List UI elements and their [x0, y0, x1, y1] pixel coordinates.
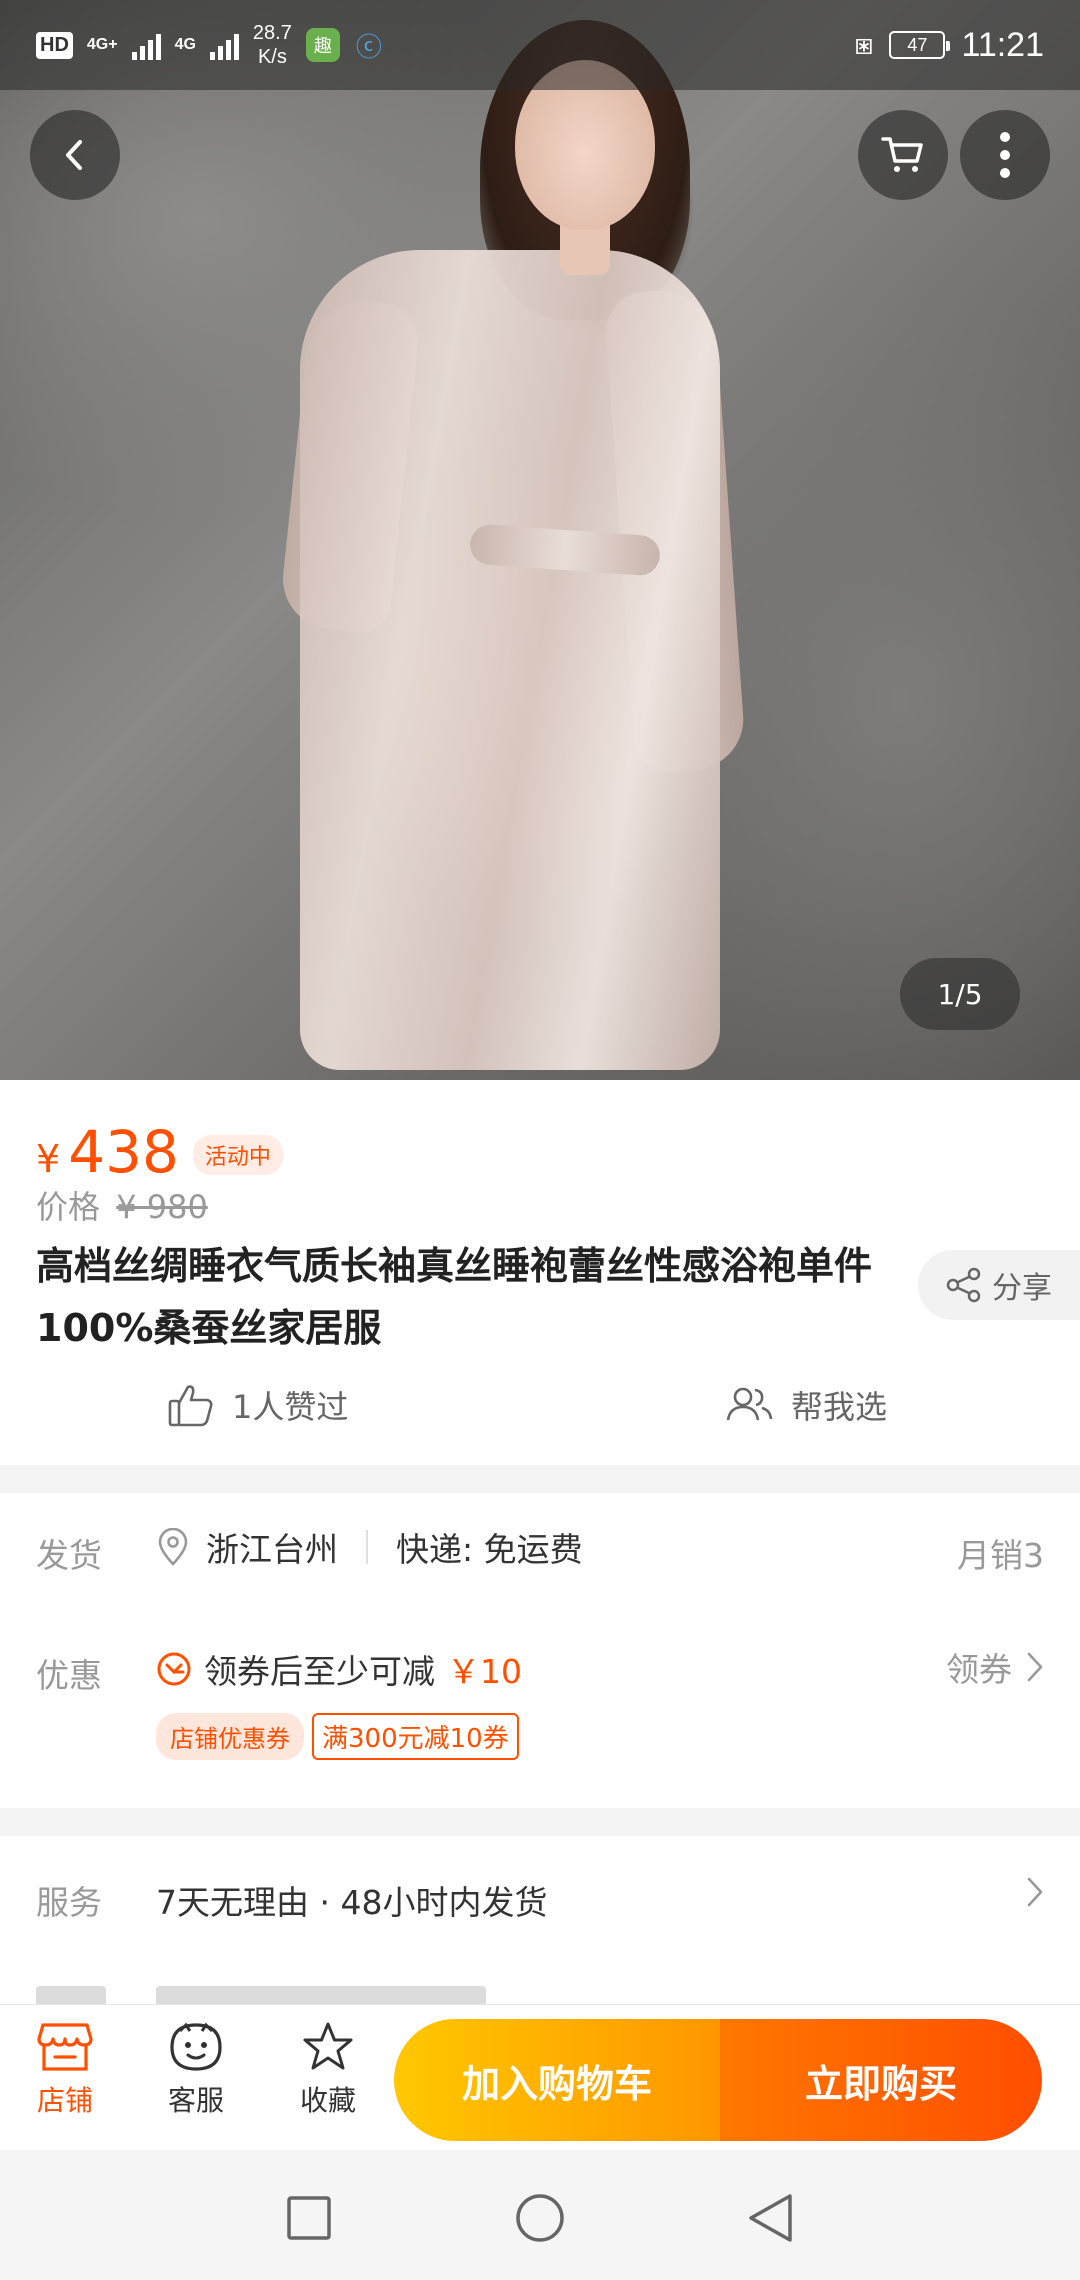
recent-apps-button[interactable] — [279, 2188, 339, 2248]
app-notification-icon: 趣 — [305, 28, 340, 62]
section-divider — [0, 1465, 1080, 1493]
customer-service-icon — [170, 2022, 222, 2071]
star-icon — [303, 2022, 353, 2070]
system-nav-bar — [0, 2150, 1080, 2280]
shipping-info: 浙江台州 快递: 免运费 — [156, 1523, 583, 1571]
ship-from-location: 浙江台州 — [206, 1530, 338, 1569]
more-icon — [1000, 132, 1010, 178]
service-text: 7天无理由 · 48小时内发货 — [156, 1883, 548, 1922]
coupon-text: 领券后至少可减 — [204, 1652, 435, 1691]
customer-service-button[interactable]: 客服 — [141, 2021, 251, 2119]
store-label: 店铺 — [36, 2084, 93, 2117]
currency-symbol: ¥ — [36, 1137, 61, 1181]
thumbs-up-icon — [168, 1385, 213, 1427]
get-coupon-label: 领券 — [946, 1650, 1012, 1689]
original-price-row: 价格 ¥ 980 — [36, 1182, 208, 1228]
share-label: 分享 — [992, 1271, 1052, 1306]
price-row: ¥ 438 活动中 — [36, 1118, 283, 1186]
shipping-label: 发货 — [36, 1536, 102, 1575]
customer-service-label: 客服 — [167, 2084, 224, 2117]
like-button[interactable]: 1人赞过 — [168, 1382, 348, 1428]
battery-icon: 47 — [889, 31, 951, 59]
bottom-action-bar: 店铺 客服 收藏 加入购物车 立即购买 — [0, 2004, 1080, 2150]
image-page-indicator: 1/5 — [900, 958, 1020, 1030]
store-coupon-tag: 店铺优惠券 — [156, 1713, 304, 1760]
home-button[interactable] — [510, 2188, 570, 2248]
coupon-rule-tag: 满300元减10券 — [312, 1713, 519, 1760]
store-button[interactable]: 店铺 — [10, 2021, 120, 2119]
triangle-back-icon — [749, 2194, 792, 2242]
network-type-1: 4G+ — [86, 36, 118, 53]
coupon-amount: ￥10 — [447, 1652, 522, 1691]
square-icon — [287, 2196, 331, 2240]
network-type-2: 4G — [174, 36, 196, 53]
add-to-cart-button[interactable]: 加入购物车 — [394, 2019, 720, 2141]
chevron-right-icon — [1027, 1877, 1043, 1907]
coupon-summary: 领券后至少可减 ￥10 — [156, 1645, 522, 1693]
chevron-right-icon — [1027, 1652, 1043, 1682]
favorite-button[interactable]: 收藏 — [273, 2021, 383, 2119]
people-icon — [726, 1387, 773, 1421]
service-label: 服务 — [36, 1883, 102, 1922]
circle-icon — [516, 2194, 564, 2242]
original-price-label: 价格 — [36, 1188, 101, 1226]
product-info: ¥ 438 活动中 价格 ¥ 980 高档丝绸睡衣气质长袖真丝睡袍蕾丝性感浴袍单… — [0, 1080, 1080, 1465]
vibrate-icon: ⧆ — [854, 28, 874, 61]
signal-icon — [131, 30, 161, 60]
network-speed: 28.7 K/s — [253, 21, 292, 69]
cart-icon — [881, 137, 923, 172]
coupon-tags: 店铺优惠券 满300元减10券 — [156, 1713, 519, 1760]
share-button[interactable]: 分享 — [918, 1250, 1080, 1320]
get-coupon-button[interactable]: 领券 — [946, 1643, 1044, 1691]
back-icon — [66, 140, 82, 170]
product-title: 高档丝绸睡衣气质长袖真丝睡袍蕾丝性感浴袍单件100%桑蚕丝家居服 — [36, 1244, 873, 1350]
help-label: 帮我选 — [791, 1388, 888, 1426]
location-pin-icon — [158, 1528, 188, 1566]
monthly-sales: 月销3 — [957, 1536, 1044, 1575]
shipping-coupon-card: 发货 浙江台州 快递: 免运费 月销3 优惠 领券后至少可减 ￥10 领券 店铺优… — [0, 1493, 1080, 1808]
status-bar: HD 4G+ 4G 28.7 K/s 趣 ⓒ ⧆ 47 11:21 — [0, 0, 1080, 90]
shipping-row: 发货 浙江台州 快递: 免运费 月销3 — [0, 1493, 1080, 1613]
help-me-choose-button[interactable]: 帮我选 — [725, 1382, 887, 1428]
clock: 11:21 — [961, 25, 1044, 64]
share-icon — [946, 1267, 981, 1303]
section-divider-2 — [0, 1808, 1080, 1836]
signal-icon-2 — [209, 30, 239, 60]
service-card: 服务 7天无理由 · 48小时内发货 — [0, 1836, 1080, 2006]
favorite-label: 收藏 — [299, 2084, 356, 2117]
coupon-row[interactable]: 优惠 领券后至少可减 ￥10 领券 店铺优惠券 满300元减10券 — [0, 1613, 1080, 1808]
original-price: ¥ 980 — [116, 1188, 208, 1226]
hd-badge: HD — [36, 31, 73, 59]
promo-tag: 活动中 — [192, 1135, 283, 1175]
service-row[interactable]: 服务 7天无理由 · 48小时内发货 — [0, 1836, 1080, 1966]
more-button[interactable] — [960, 110, 1050, 200]
back-button[interactable] — [30, 110, 120, 200]
network-speed-value: 28.7 — [252, 22, 292, 44]
likes-label: 1人赞过 — [232, 1388, 349, 1426]
cart-button[interactable] — [858, 110, 948, 200]
network-speed-unit: K/s — [257, 46, 287, 68]
divider — [366, 1530, 368, 1564]
buy-now-button[interactable]: 立即购买 — [720, 2019, 1042, 2141]
next-row-partial — [36, 1986, 936, 2006]
nav-back-button[interactable] — [740, 2188, 800, 2248]
coupon-icon — [157, 1652, 191, 1686]
coupon-label: 优惠 — [36, 1656, 102, 1695]
image-robe — [300, 250, 720, 1070]
headset-icon: ⓒ — [355, 31, 382, 62]
express-fee: 快递: 免运费 — [396, 1530, 583, 1569]
price: 438 — [68, 1118, 179, 1186]
store-icon — [37, 2023, 93, 2071]
